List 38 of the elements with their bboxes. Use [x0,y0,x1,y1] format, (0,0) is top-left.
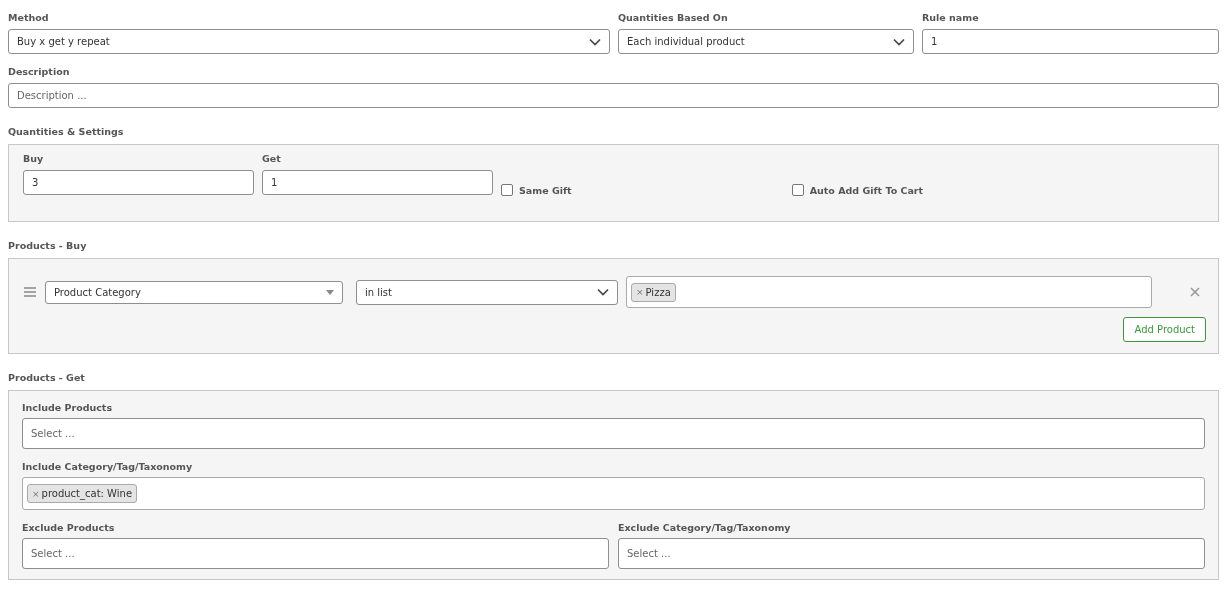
input-field[interactable]: 3 [23,170,254,195]
field-label: Method [8,12,49,23]
input-field[interactable]: 1 [922,29,1219,54]
field-label: Include Category/Tag/Taxonomy [22,461,193,472]
select-field[interactable]: Select ... [22,538,609,569]
dropdown[interactable]: Product Category [45,280,343,304]
tag-chip[interactable]: × Pizza [631,282,676,302]
field-label: Exclude Products [22,522,115,533]
field-label: Rule name [922,12,979,23]
chevron-down-icon [893,37,905,46]
section-title: Products - Buy [8,240,87,251]
field-label: Description [8,66,70,77]
chevron-down-icon [597,288,609,296]
field-label: Get [262,153,281,164]
field-label: Buy [23,153,44,164]
checkbox-label: Same Gift [519,184,572,196]
select-field[interactable]: Select ... [618,538,1205,569]
section-title: Products - Get [8,372,85,383]
field-label: Include Products [22,402,113,413]
input-field[interactable]: 1 [262,170,493,195]
add-product-button[interactable]: Add Product [1123,317,1206,342]
checkbox[interactable] [501,184,513,196]
input-field[interactable]: Description ... [8,83,1219,108]
select-field[interactable]: Select ... [22,418,1205,449]
dropdown[interactable]: Each individual product [618,29,914,54]
drag-handle-icon[interactable] [23,287,37,297]
tag-select-field[interactable]: × Pizza [626,276,1152,308]
dropdown[interactable]: Buy x get y repeat [8,29,610,54]
checkbox-label: Auto Add Gift To Cart [809,184,924,196]
close-icon[interactable] [1190,287,1200,297]
checkbox[interactable] [791,184,804,196]
field-label: Exclude Category/Tag/Taxonomy [618,522,791,533]
chevron-down-icon [589,37,601,46]
field-label: Quantities Based On [618,12,728,23]
section-title: Quantities & Settings [8,126,124,137]
dropdown[interactable]: in list [356,279,618,305]
tag-chip[interactable]: × product_cat: Wine [27,484,138,503]
tag-select-field[interactable]: × product_cat: Wine [22,477,1205,510]
